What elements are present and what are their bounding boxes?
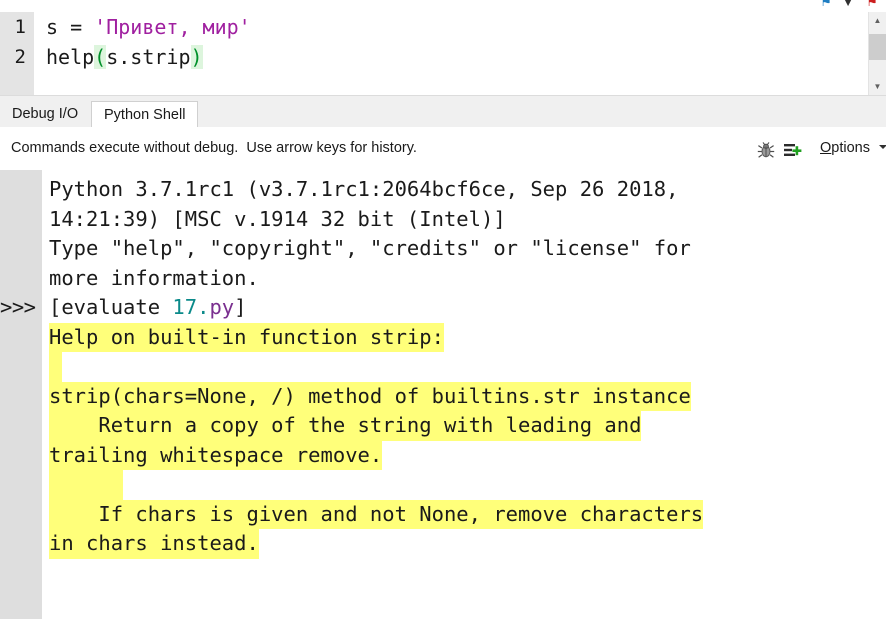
bug-icon[interactable] <box>756 140 776 160</box>
file-extension-token: py <box>209 295 235 319</box>
options-dropdown-button[interactable]: Options <box>820 140 870 156</box>
shell-hint-text: Commands execute without debug. Use arro… <box>11 140 417 156</box>
shell-line: Return a copy of the string with leading… <box>0 411 886 441</box>
shell-line-text: Python 3.7.1rc1 (v3.7.1rc1:2064bcf6ce, S… <box>49 177 679 201</box>
shell-line-text: Type "help", "copyright", "credits" or "… <box>49 236 691 260</box>
code-token-paren-close: ) <box>190 45 203 69</box>
scrollbar-thumb[interactable] <box>869 34 886 60</box>
editor-line[interactable]: 1 s = 'Привет, мир' <box>0 12 866 42</box>
pin-icon[interactable]: ⚑ <box>818 0 834 10</box>
line-number: 1 <box>14 16 26 38</box>
code-token-paren-open: ( <box>94 45 107 69</box>
shell-line: Type "help", "copyright", "credits" or "… <box>0 234 886 264</box>
shell-line: Help on built-in function strip: <box>0 322 886 352</box>
shell-line: in chars instead. <box>0 529 886 559</box>
shell-toolbar: Commands execute without debug. Use arro… <box>0 127 886 171</box>
shell-line-text-highlighted: trailing whitespace remove. <box>49 440 383 470</box>
editor-code-lines[interactable]: 1 s = 'Привет, мир' 2 help(s.strip) <box>0 12 866 72</box>
shell-output-lines: Python 3.7.1rc1 (v3.7.1rc1:2064bcf6ce, S… <box>0 175 886 559</box>
pycharm-like-ide-window: ⚑ ▼ ⚑ 1 s = 'Привет, мир' 2 help(s.strip… <box>0 0 886 619</box>
blank-line-highlight <box>49 352 62 382</box>
shell-line-prompt: >>> [evaluate 17.py] <box>0 293 886 323</box>
file-number-token: 17. <box>172 295 210 319</box>
shell-line-text-highlighted: strip(chars=None, /) method of builtins.… <box>49 381 691 411</box>
code-token-plain: help <box>46 45 95 69</box>
shell-line-text-highlighted: If chars is given and not None, remove c… <box>49 499 704 529</box>
editor-line-content: s = 'Привет, мир' <box>46 12 251 42</box>
shell-line: Python 3.7.1rc1 (v3.7.1rc1:2064bcf6ce, S… <box>0 175 886 205</box>
line-number: 2 <box>14 46 26 68</box>
options-label-rest: ptions <box>831 140 870 156</box>
shell-line-text-highlighted: Return a copy of the string with leading… <box>49 411 642 441</box>
caret-down-icon[interactable]: ▼ <box>840 0 856 10</box>
scrollbar-up-arrow-icon[interactable]: ▲ <box>869 12 886 29</box>
shell-line: 14:21:39) [MSC v.1914 32 bit (Intel)] <box>0 205 886 235</box>
editor-line[interactable]: 2 help(s.strip) <box>0 42 866 72</box>
editor-line-content: help(s.strip) <box>46 42 203 72</box>
tab-debug-io[interactable]: Debug I/O <box>0 101 91 127</box>
code-token-plain: s = <box>46 15 95 39</box>
shell-line-blank <box>0 352 886 382</box>
shell-line-text: [evaluate 17.py] <box>49 293 246 323</box>
shell-line-text: 14:21:39) [MSC v.1914 32 bit (Intel)] <box>49 206 506 231</box>
editor-vertical-scrollbar[interactable]: ▲ ▼ <box>868 12 886 95</box>
tab-python-shell[interactable]: Python Shell <box>91 101 199 128</box>
top-toolbar-strip: ⚑ ▼ ⚑ <box>0 0 886 12</box>
shell-line: trailing whitespace remove. <box>0 440 886 470</box>
evaluate-bracket-close: ] <box>234 295 247 319</box>
shell-line-text-highlighted: Help on built-in function strip: <box>49 322 444 352</box>
code-token-string: 'Привет, мир' <box>94 15 251 39</box>
chevron-down-icon[interactable] <box>879 145 886 149</box>
shell-line: strip(chars=None, /) method of builtins.… <box>0 381 886 411</box>
shell-line-text: more information. <box>49 265 259 290</box>
shell-line: If chars is given and not None, remove c… <box>0 499 886 529</box>
options-accelerator: O <box>820 140 832 156</box>
shell-line-blank <box>0 470 886 500</box>
add-line-icon[interactable] <box>782 140 802 160</box>
python-shell-output[interactable]: Python 3.7.1rc1 (v3.7.1rc1:2064bcf6ce, S… <box>0 170 886 619</box>
blank-line-highlight <box>49 470 123 500</box>
scrollbar-down-arrow-icon[interactable]: ▼ <box>869 78 886 95</box>
evaluate-label: [evaluate <box>49 295 173 319</box>
bottom-panel-tabbar: Debug I/O Python Shell <box>0 100 886 128</box>
shell-line: more information. <box>0 264 886 294</box>
flag-icon[interactable]: ⚑ <box>864 0 880 10</box>
shell-line-text-highlighted: in chars instead. <box>49 529 259 559</box>
code-editor-pane[interactable]: 1 s = 'Привет, мир' 2 help(s.strip) ▲ ▼ <box>0 12 886 95</box>
code-token-plain: s.strip <box>106 45 191 69</box>
shell-prompt-marker: >>> <box>0 295 36 319</box>
